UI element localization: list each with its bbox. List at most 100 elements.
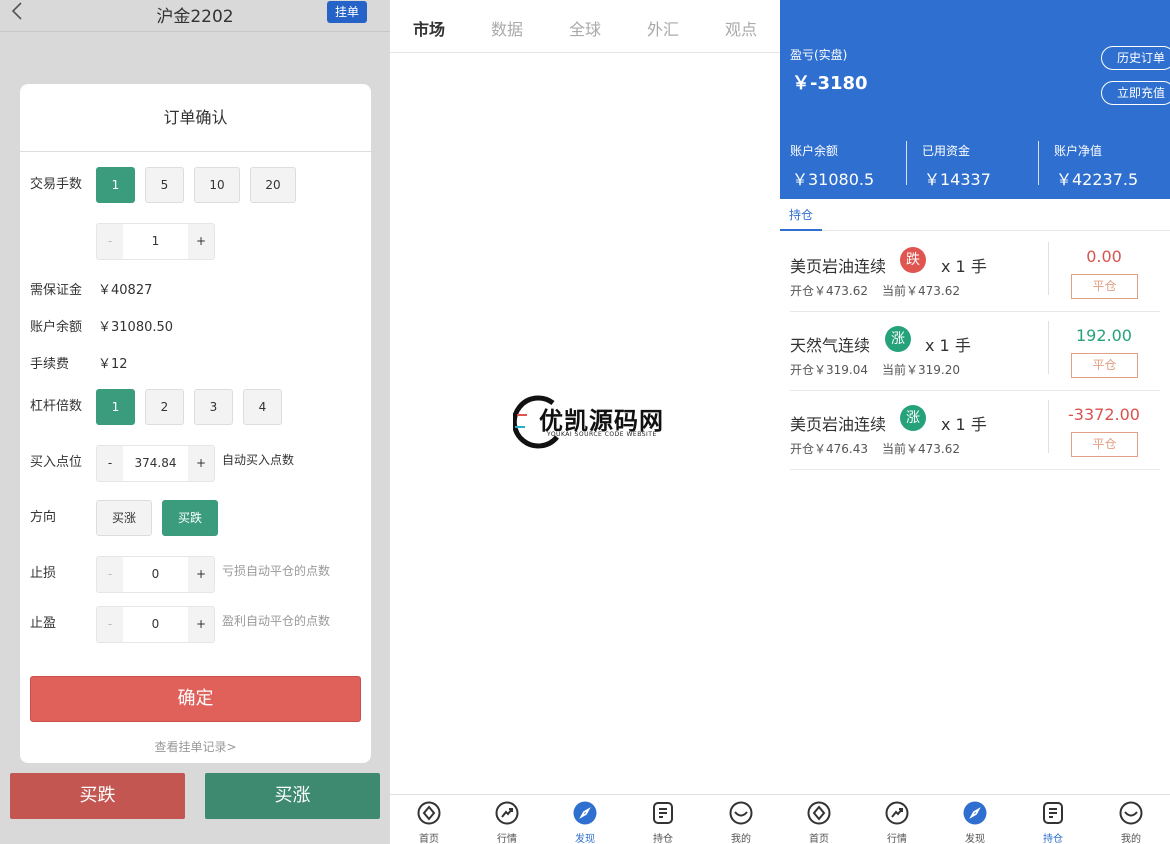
positions-subtabs: 持仓 — [780, 199, 1170, 231]
position-row[interactable]: 天然气连续 涨 x 1 手 开仓￥319.04 当前￥319.20 192.00… — [790, 312, 1160, 391]
stat-divider — [906, 141, 907, 185]
document-icon — [1043, 802, 1063, 824]
buy-down-button[interactable]: 买跌 — [10, 773, 185, 819]
row-divider — [1048, 242, 1049, 295]
nav-quotes-label: 行情 — [497, 834, 517, 844]
stat-balance-value: ￥31080.5 — [792, 170, 875, 189]
row-divider — [1048, 321, 1049, 374]
recharge-button[interactable]: 立即充值 — [1101, 81, 1170, 105]
leverage-label: 杠杆倍数 — [30, 399, 83, 414]
tab-forex[interactable]: 外汇 — [647, 16, 679, 40]
takeprofit-minus-button[interactable]: - — [97, 607, 123, 642]
nav-discover-label: 发现 — [575, 834, 595, 844]
tab-holdings[interactable]: 持仓 — [780, 199, 822, 231]
lots-option-10[interactable]: 10 — [194, 167, 240, 203]
takeprofit-plus-button[interactable]: + — [188, 607, 214, 642]
discover-panel: 市场 数据 全球 外汇 观点 优凯源码网 YOUKAI SOURCE CODE … — [390, 0, 780, 844]
nav-positions[interactable]: 持仓 — [1014, 795, 1092, 844]
close-position-button[interactable]: 平仓 — [1071, 274, 1138, 299]
stat-divider — [1038, 141, 1039, 185]
position-qty: x 1 手 — [941, 257, 987, 276]
nav-profile[interactable]: 我的 — [1092, 795, 1170, 844]
watermark-logo: 优凯源码网 YOUKAI SOURCE CODE WEBSITE — [509, 389, 669, 453]
confirm-button[interactable]: 确定 — [30, 676, 361, 722]
smiley-icon — [1119, 801, 1143, 825]
buy-up-button[interactable]: 买涨 — [205, 773, 380, 819]
lots-input[interactable]: 1 — [123, 224, 188, 259]
bottom-nav: 首页 行情 发现 持仓 我的 — [390, 794, 780, 844]
takeprofit-stepper: - 0 + — [96, 606, 215, 643]
entry-plus-button[interactable]: + — [188, 446, 214, 481]
direction-buy-up[interactable]: 买涨 — [96, 500, 152, 536]
leverage-option-2[interactable]: 2 — [145, 389, 184, 425]
stoploss-minus-button[interactable]: - — [97, 557, 123, 592]
stat-equity-value: ￥42237.5 — [1056, 170, 1139, 189]
position-row[interactable]: 美页岩油连续 跌 x 1 手 开仓￥473.62 当前￥473.62 0.00 … — [790, 233, 1160, 312]
position-row[interactable]: 美页岩油连续 涨 x 1 手 开仓￥476.43 当前￥473.62 -3372… — [790, 391, 1160, 470]
auto-entry-link[interactable]: 自动买入点数 — [222, 451, 294, 468]
close-position-button[interactable]: 平仓 — [1071, 432, 1138, 457]
stat-used-value: ￥14337 — [924, 170, 991, 189]
lots-minus-button[interactable]: - — [97, 224, 123, 259]
stoploss-input[interactable]: 0 — [123, 557, 188, 592]
entry-minus-button[interactable]: - — [97, 446, 123, 481]
nav-positions[interactable]: 持仓 — [624, 795, 702, 844]
lots-option-20[interactable]: 20 — [250, 167, 296, 203]
margin-value: ￥40827 — [98, 283, 153, 298]
stat-equity-label: 账户净值 — [1054, 144, 1103, 158]
nav-positions-label: 持仓 — [653, 834, 673, 844]
pl-label: 盈亏(实盘) — [790, 48, 848, 62]
fee-value: ￥12 — [98, 357, 128, 372]
lots-stepper: - 1 + — [96, 223, 215, 260]
lots-label: 交易手数 — [30, 177, 83, 192]
nav-quotes-label: 行情 — [887, 834, 907, 844]
dialog-title: 订单确认 — [20, 84, 371, 152]
close-position-button[interactable]: 平仓 — [1071, 353, 1138, 378]
history-orders-button[interactable]: 历史订单 — [1101, 46, 1170, 70]
position-qty: x 1 手 — [925, 336, 971, 355]
lots-option-1[interactable]: 1 — [96, 167, 135, 203]
direction-badge-rise: 涨 — [885, 326, 911, 352]
nav-profile-label: 我的 — [1121, 834, 1141, 844]
leverage-option-4[interactable]: 4 — [243, 389, 282, 425]
pending-records-link[interactable]: 查看挂单记录> — [20, 738, 371, 755]
nav-quotes[interactable]: 行情 — [858, 795, 936, 844]
pending-order-button[interactable]: 挂单 — [327, 1, 367, 23]
nav-discover[interactable]: 发现 — [936, 795, 1014, 844]
takeprofit-input[interactable]: 0 — [123, 607, 188, 642]
nav-home[interactable]: 首页 — [390, 795, 468, 844]
lots-option-5[interactable]: 5 — [145, 167, 184, 203]
document-icon — [653, 802, 673, 824]
direction-badge-fall: 跌 — [900, 247, 926, 273]
order-confirm-dialog: 订单确认 交易手数 1 5 10 20 - 1 + 需保证金 ￥40827 账户… — [20, 84, 371, 763]
takeprofit-hint: 盈利自动平仓的点数 — [222, 614, 331, 628]
balance-label: 账户余额 — [30, 320, 83, 335]
tab-global[interactable]: 全球 — [569, 16, 601, 40]
margin-label: 需保证金 — [30, 283, 83, 298]
open-price: 开仓￥319.04 — [790, 363, 868, 377]
smiley-icon — [729, 801, 753, 825]
account-summary: 盈亏(实盘) ￥-3180 历史订单 立即充值 账户余额 ￥31080.5 已用… — [780, 0, 1170, 199]
tab-market[interactable]: 市场 — [413, 16, 445, 40]
direction-buy-down[interactable]: 买跌 — [162, 500, 218, 536]
stoploss-stepper: - 0 + — [96, 556, 215, 593]
leverage-option-1[interactable]: 1 — [96, 389, 135, 425]
nav-discover-label: 发现 — [965, 834, 985, 844]
leverage-option-3[interactable]: 3 — [194, 389, 233, 425]
pl-value: ￥-3180 — [792, 73, 868, 94]
nav-discover[interactable]: 发现 — [546, 795, 624, 844]
watermark-subtext: YOUKAI SOURCE CODE WEBSITE — [547, 431, 657, 438]
stat-balance-label: 账户余额 — [790, 144, 839, 158]
order-panel: 沪金2202 挂单 订单确认 交易手数 1 5 10 20 - 1 + 需保证金… — [0, 0, 390, 844]
position-pnl: -3372.00 — [1068, 405, 1140, 424]
tab-data[interactable]: 数据 — [491, 16, 523, 40]
stoploss-plus-button[interactable]: + — [188, 557, 214, 592]
nav-home[interactable]: 首页 — [780, 795, 858, 844]
position-pnl: 192.00 — [1076, 326, 1132, 345]
lots-plus-button[interactable]: + — [188, 224, 214, 259]
nav-quotes[interactable]: 行情 — [468, 795, 546, 844]
entry-price-stepper: - 374.84 + — [96, 445, 215, 482]
entry-price-input[interactable]: 374.84 — [123, 446, 188, 481]
tab-opinion[interactable]: 观点 — [725, 16, 757, 40]
nav-profile[interactable]: 我的 — [702, 795, 780, 844]
